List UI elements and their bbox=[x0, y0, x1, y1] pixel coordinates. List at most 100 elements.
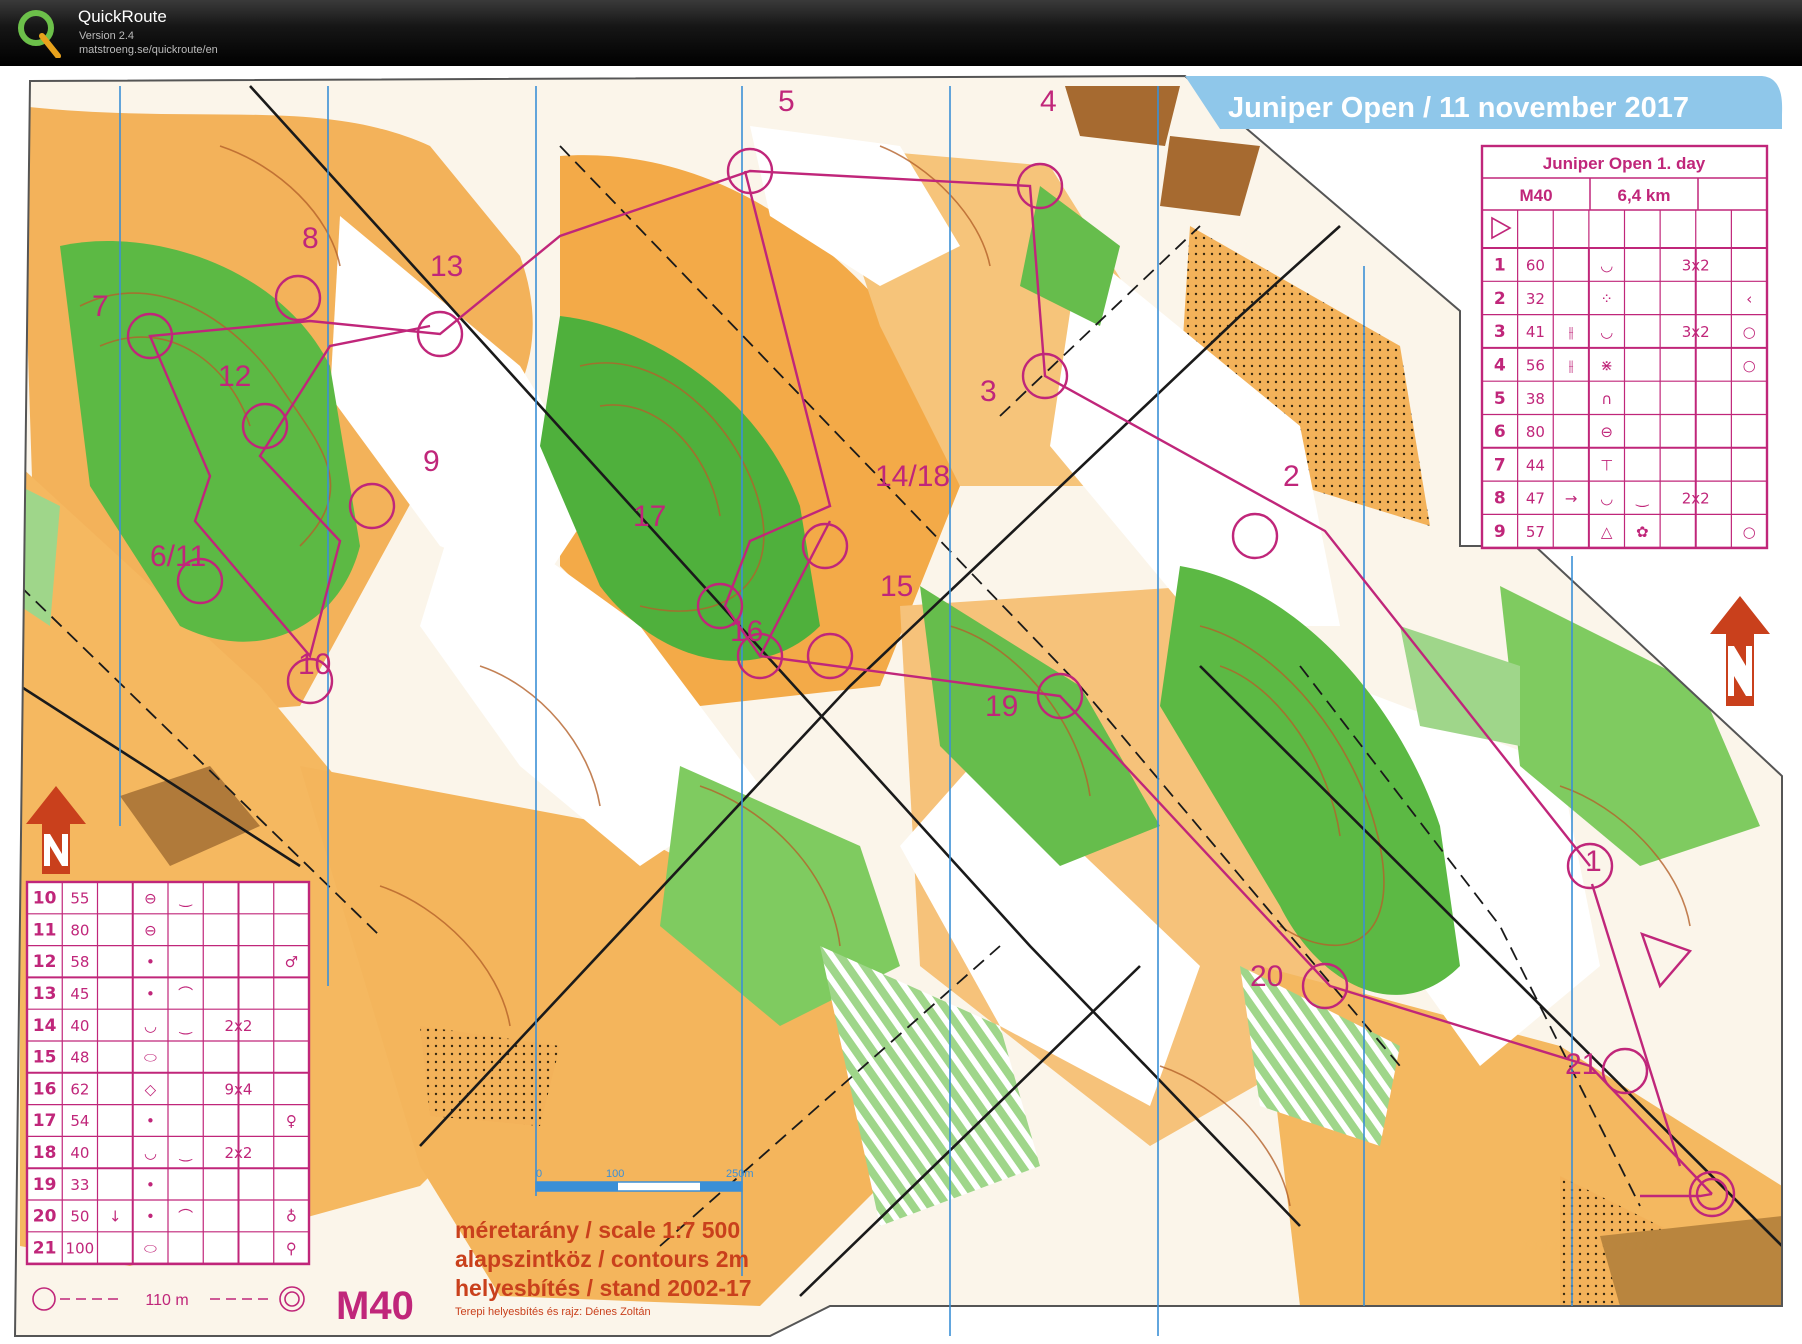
description-c2: • bbox=[146, 985, 155, 1003]
description-num: 7 bbox=[1494, 455, 1506, 475]
description-c3: ⌒ bbox=[178, 985, 193, 1003]
control-description-table-top: Juniper Open 1. day M40 6,4 km 1 60 ◡ 3x2 2 3… bbox=[1480, 144, 1769, 550]
description-num: 17 bbox=[33, 1111, 57, 1131]
description-c2: • bbox=[146, 1112, 155, 1130]
description-code: 47 bbox=[1526, 490, 1545, 508]
description-c2: ⬭ bbox=[144, 1239, 157, 1257]
map-title: Juniper Open / 11 november 2017 bbox=[1228, 92, 1689, 124]
description-c2: ◡ bbox=[1600, 490, 1613, 508]
description-code: 38 bbox=[1526, 390, 1545, 408]
contours-text: alapszintköz / contours 2m bbox=[455, 1246, 749, 1272]
description-c5: ♂ bbox=[285, 953, 298, 971]
description-c2: ◡ bbox=[144, 1017, 157, 1035]
control-number: 6/11 bbox=[150, 540, 206, 573]
description-c2: ◡ bbox=[1600, 257, 1613, 275]
description-code: 100 bbox=[66, 1239, 95, 1257]
description-num: 9 bbox=[1494, 522, 1506, 542]
course-length: 6,4 km bbox=[1618, 186, 1671, 205]
description-num: 3 bbox=[1494, 322, 1506, 342]
description-num: 10 bbox=[33, 889, 57, 909]
control-number: 13 bbox=[430, 250, 463, 283]
stand-text: helyesbítés / stand 2002-17 bbox=[455, 1275, 752, 1301]
description-c3: ⌒ bbox=[178, 1208, 193, 1226]
control-number: 8 bbox=[302, 222, 319, 255]
control-number: 17 bbox=[633, 500, 666, 533]
description-c4: 2x2 bbox=[225, 1017, 253, 1035]
course-name: Juniper Open 1. day bbox=[1543, 154, 1706, 173]
description-code: 56 bbox=[1526, 357, 1545, 375]
description-num: 20 bbox=[33, 1207, 57, 1227]
control-number: 1 bbox=[1585, 845, 1602, 878]
description-c2: ◡ bbox=[1600, 323, 1613, 341]
control-number: 21 bbox=[1565, 1048, 1598, 1081]
description-num: 11 bbox=[33, 920, 57, 940]
description-code: 33 bbox=[70, 1176, 89, 1194]
description-c3: ‿ bbox=[179, 1144, 193, 1163]
control-number: 14/18 bbox=[875, 460, 950, 493]
description-num: 15 bbox=[33, 1048, 57, 1068]
control-number: 20 bbox=[1250, 960, 1283, 993]
description-c2: ⊖ bbox=[144, 921, 157, 939]
description-c5: ○ bbox=[1743, 523, 1756, 541]
description-num: 8 bbox=[1494, 489, 1506, 509]
description-c3: ‿ bbox=[1635, 490, 1649, 509]
description-c2: ◇ bbox=[145, 1080, 157, 1098]
description-code: 50 bbox=[70, 1208, 89, 1226]
description-code: 57 bbox=[1526, 523, 1545, 541]
description-code: 54 bbox=[70, 1112, 89, 1130]
control-number: 9 bbox=[423, 445, 440, 478]
description-c2: • bbox=[146, 1176, 155, 1194]
description-c1: → bbox=[1565, 490, 1578, 508]
control-number: 7 bbox=[92, 290, 109, 323]
description-c2: ◡ bbox=[144, 1144, 157, 1162]
control-number: 19 bbox=[985, 690, 1018, 723]
control-number: 16 bbox=[730, 615, 763, 648]
description-c3: ‿ bbox=[179, 1017, 193, 1036]
orienteering-map[interactable]: Juniper Open / 11 november 2017 12345789… bbox=[0, 66, 1802, 1344]
description-c5: ‹ bbox=[1746, 290, 1752, 308]
description-code: 58 bbox=[70, 953, 89, 971]
credit-text: Terepi helyesbítés és rajz: Dénes Zoltán bbox=[455, 1306, 651, 1318]
description-num: 16 bbox=[33, 1079, 57, 1099]
description-code: 80 bbox=[70, 921, 89, 939]
description-c2: ⊖ bbox=[144, 890, 157, 908]
description-c2: ∩ bbox=[1601, 390, 1612, 408]
app-version: Version 2.4 bbox=[79, 30, 135, 42]
description-c4: 9x4 bbox=[225, 1080, 253, 1098]
description-code: 40 bbox=[70, 1017, 89, 1035]
description-num: 13 bbox=[33, 984, 57, 1004]
description-code: 55 bbox=[70, 890, 89, 908]
description-num: 4 bbox=[1494, 356, 1506, 376]
description-c3: ✿ bbox=[1636, 523, 1649, 541]
description-num: 2 bbox=[1494, 289, 1506, 309]
description-c5: ⚲ bbox=[286, 1239, 297, 1257]
description-num: 5 bbox=[1494, 389, 1506, 409]
course-class: M40 bbox=[1519, 186, 1552, 205]
finish-distance: 110 m bbox=[145, 1292, 188, 1309]
description-c2: ⋇ bbox=[1600, 357, 1613, 375]
scale-tick-0: 0 bbox=[536, 1168, 542, 1180]
description-c4: 3x2 bbox=[1682, 257, 1710, 275]
control-number: 2 bbox=[1283, 460, 1300, 493]
description-c2: ⁘ bbox=[1600, 290, 1613, 308]
description-code: 41 bbox=[1526, 323, 1545, 341]
description-c1: ↓ bbox=[109, 1208, 122, 1226]
description-c3: ‿ bbox=[179, 890, 193, 909]
description-num: 6 bbox=[1494, 422, 1506, 442]
description-c5: ○ bbox=[1743, 323, 1756, 341]
description-code: 44 bbox=[1526, 456, 1545, 474]
description-c5: ♁ bbox=[286, 1208, 297, 1226]
scale-tick-250: 250m bbox=[726, 1168, 754, 1180]
control-number: 15 bbox=[880, 570, 913, 603]
description-num: 21 bbox=[33, 1238, 57, 1258]
description-c2: △ bbox=[1601, 523, 1613, 541]
control-number: 5 bbox=[778, 85, 795, 118]
description-num: 14 bbox=[33, 1016, 57, 1036]
description-c2: • bbox=[146, 953, 155, 971]
app-url: matstroeng.se/quickroute/en bbox=[79, 44, 218, 56]
description-num: 1 bbox=[1494, 256, 1506, 276]
description-c2: ⬭ bbox=[144, 1049, 157, 1067]
control-number: 12 bbox=[218, 360, 251, 393]
description-c1: ⫲ bbox=[1569, 357, 1574, 375]
description-code: 62 bbox=[70, 1080, 89, 1098]
